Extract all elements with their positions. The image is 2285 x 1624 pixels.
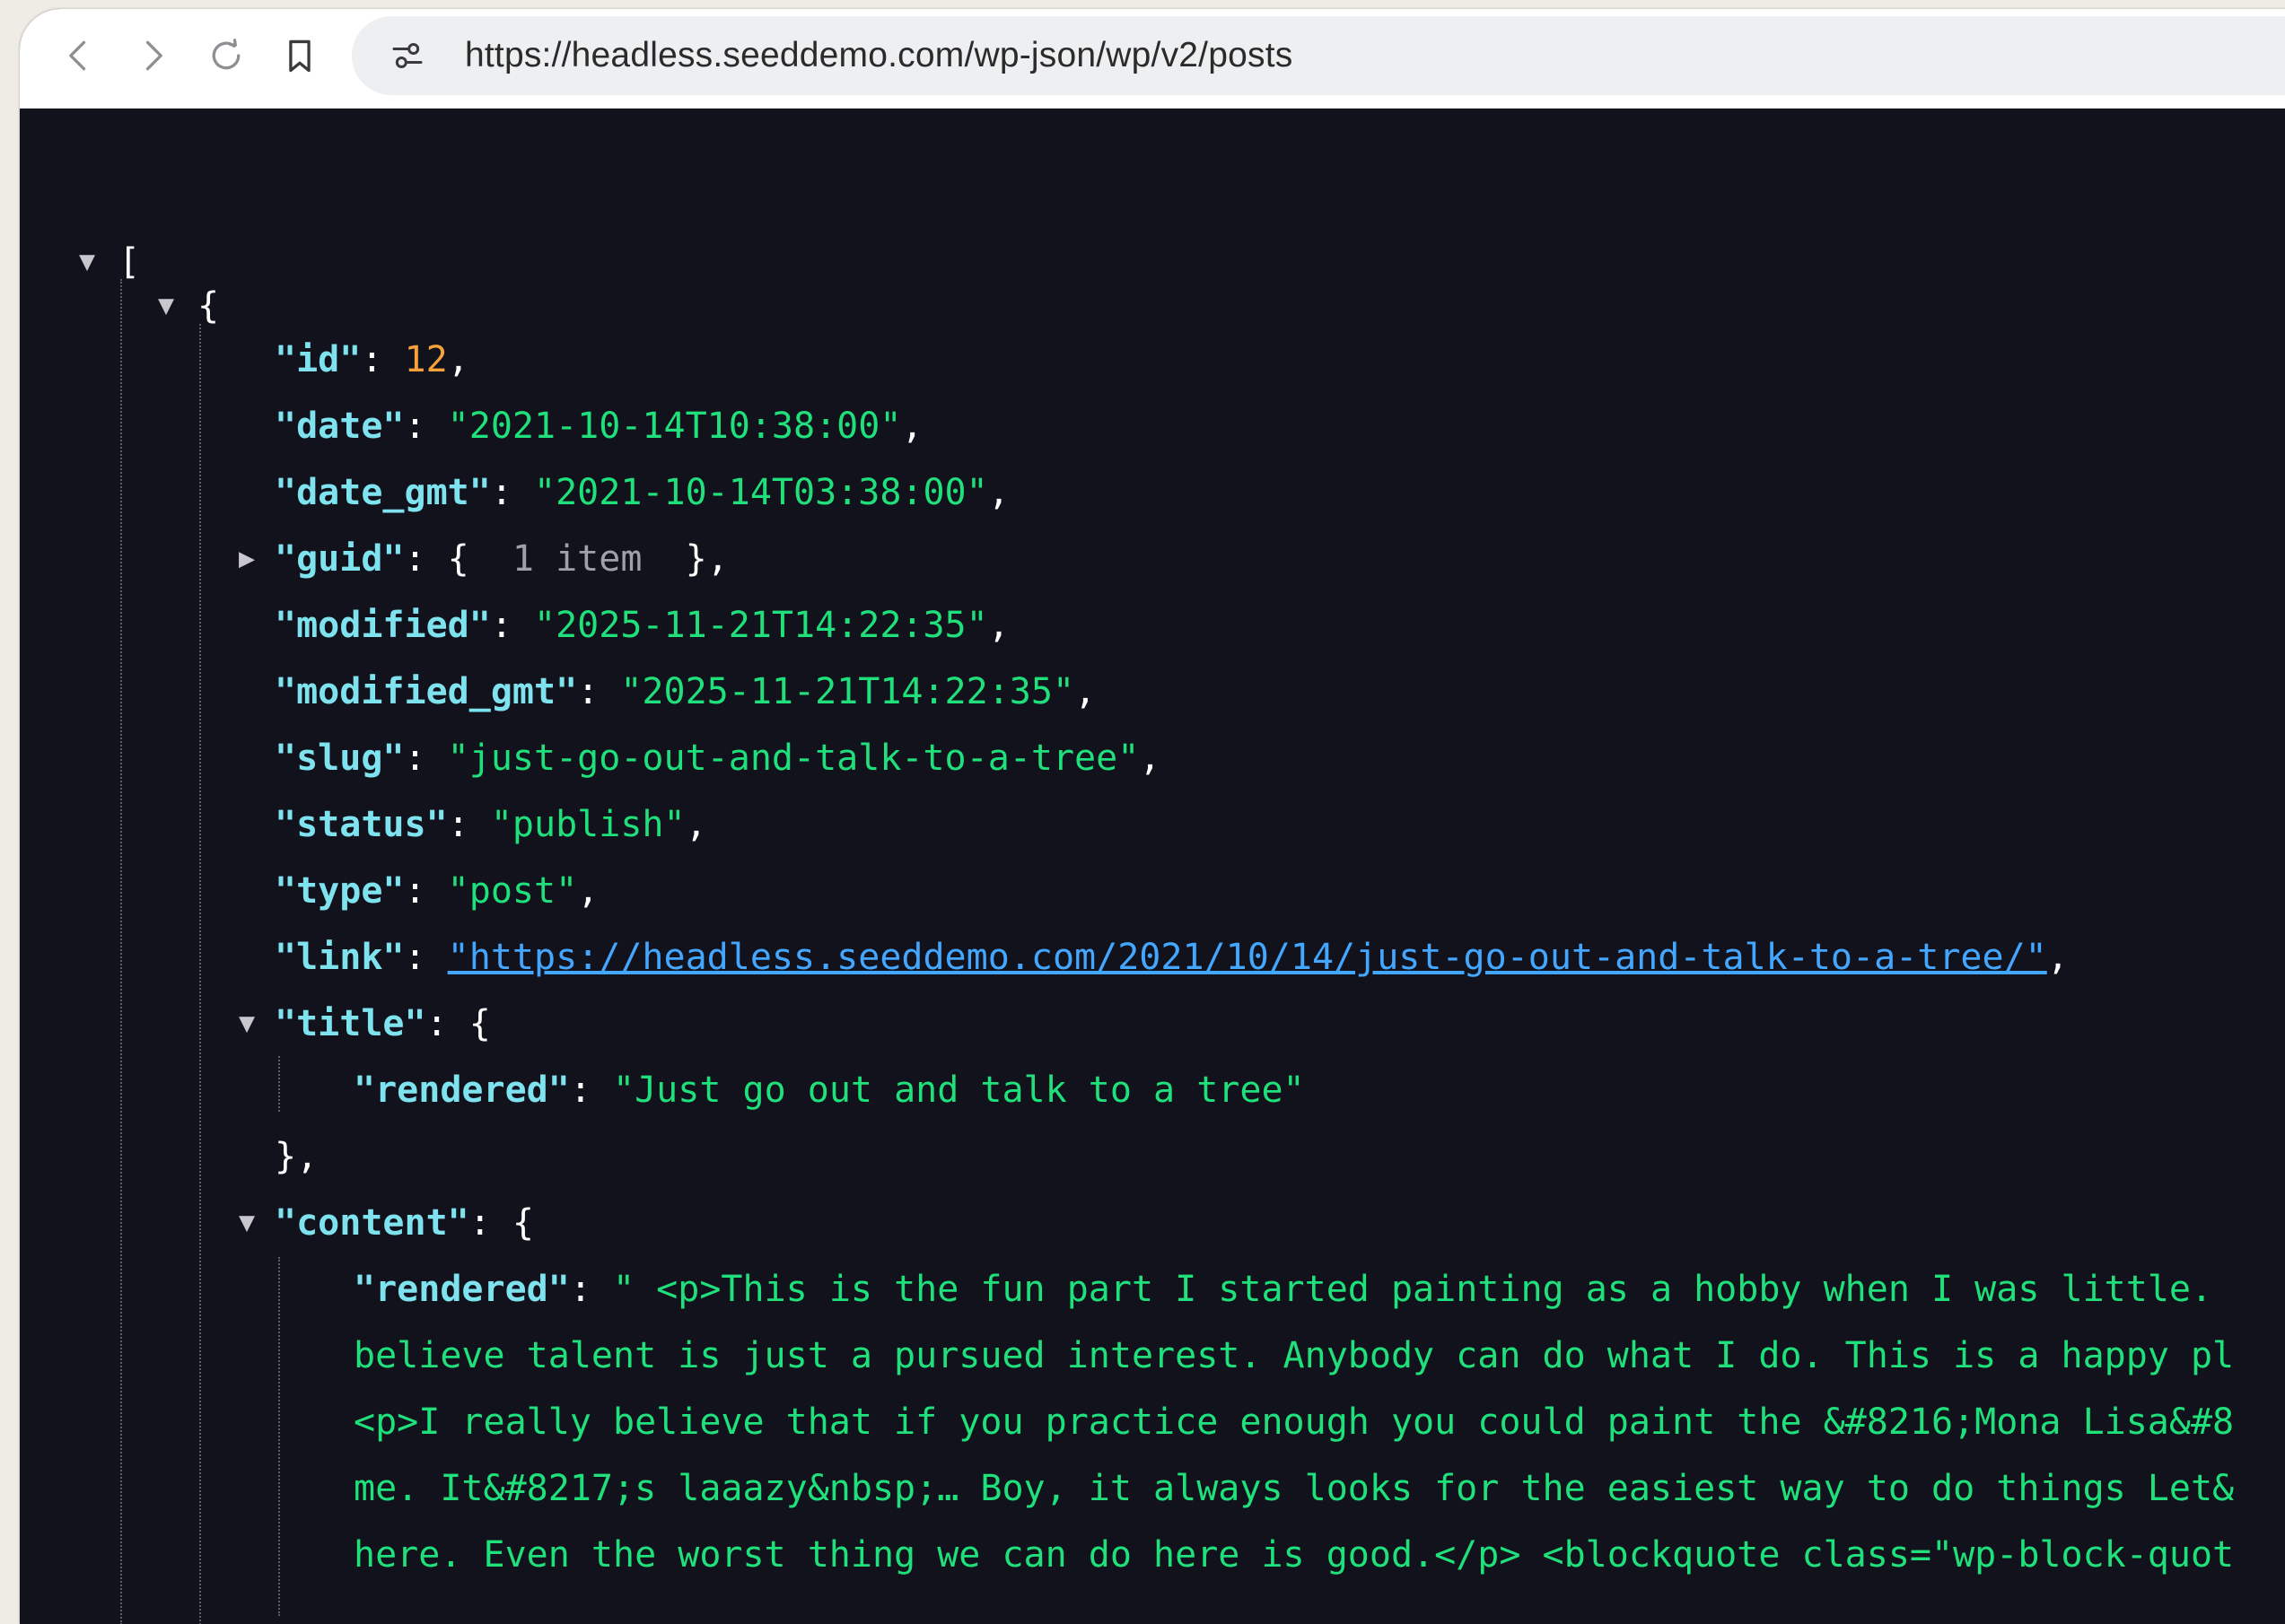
json-entry-title: "title": {	[275, 1003, 491, 1044]
url-text[interactable]: https://headless.seeddemo.com/wp-json/wp…	[465, 16, 1292, 95]
reload-icon	[212, 39, 241, 70]
forward-button[interactable]	[127, 31, 178, 81]
indent-guide	[278, 1056, 280, 1112]
json-entry-link: "link": "https://headless.seeddemo.com/2…	[275, 937, 2069, 978]
bookmark-button[interactable]	[275, 31, 325, 81]
array-open: [	[118, 241, 141, 283]
json-entry-title-rendered: "rendered": "Just go out and talk to a t…	[354, 1070, 1305, 1111]
browser-window: https://headless.seeddemo.com/wp-json/wp…	[20, 9, 2285, 1624]
collapse-toggle[interactable]: ▼	[79, 235, 95, 289]
content-text-line: me. It&#8217;s laaazy&nbsp;… Boy, it alw…	[354, 1468, 2235, 1509]
chevron-right-icon	[145, 40, 162, 71]
back-button[interactable]	[54, 31, 104, 81]
collapse-toggle[interactable]: ▼	[158, 279, 174, 333]
address-bar[interactable]: https://headless.seeddemo.com/wp-json/wp…	[352, 16, 2285, 95]
json-entry-content-rendered: "rendered": " <p>This is the fun part I …	[354, 1269, 2235, 1310]
json-entry-status: "status": "publish",	[275, 804, 707, 845]
json-entry-guid[interactable]: "guid": { 1 item },	[275, 532, 729, 586]
collapse-toggle[interactable]: ▼	[239, 1196, 255, 1250]
json-entry-type: "type": "post",	[275, 870, 600, 912]
indent-guide	[199, 324, 201, 1624]
object-open: {	[197, 285, 220, 327]
json-entry-id: "id": 12,	[275, 339, 469, 380]
tune-icon[interactable]	[390, 38, 425, 74]
content-text-line: here. Even the worst thing we can do her…	[354, 1534, 2235, 1576]
json-entry-slug: "slug": "just-go-out-and-talk-to-a-tree"…	[275, 738, 1161, 779]
indent-guide	[120, 279, 122, 1624]
chevron-left-icon	[69, 40, 86, 71]
content-text-line: believe talent is just a pursued interes…	[354, 1335, 2235, 1376]
collapsed-summary[interactable]: 1 item	[491, 538, 664, 580]
browser-toolbar: https://headless.seeddemo.com/wp-json/wp…	[20, 9, 2285, 109]
content-text-line: <p>I really believe that if you practice…	[354, 1401, 2235, 1443]
json-entry-modified-gmt: "modified_gmt": "2025-11-21T14:22:35",	[275, 671, 1097, 712]
expand-toggle[interactable]: ▶	[239, 532, 255, 586]
json-entry-date: "date": "2021-10-14T10:38:00",	[275, 406, 924, 447]
indent-guide	[278, 1257, 280, 1616]
json-viewer: ▼ [ ▼ { "id": 12, "date": "2021-10-14T10…	[20, 109, 2285, 1624]
json-entry-modified: "modified": "2025-11-21T14:22:35",	[275, 605, 1010, 646]
reload-button[interactable]	[201, 31, 251, 81]
bookmark-icon	[289, 39, 311, 73]
json-entry-content: "content": {	[275, 1202, 535, 1244]
json-entry-date-gmt: "date_gmt": "2021-10-14T03:38:00",	[275, 472, 1010, 513]
collapse-toggle[interactable]: ▼	[239, 997, 255, 1051]
title-close: },	[275, 1136, 319, 1177]
post-link[interactable]: "https://headless.seeddemo.com/2021/10/1…	[448, 937, 2047, 978]
